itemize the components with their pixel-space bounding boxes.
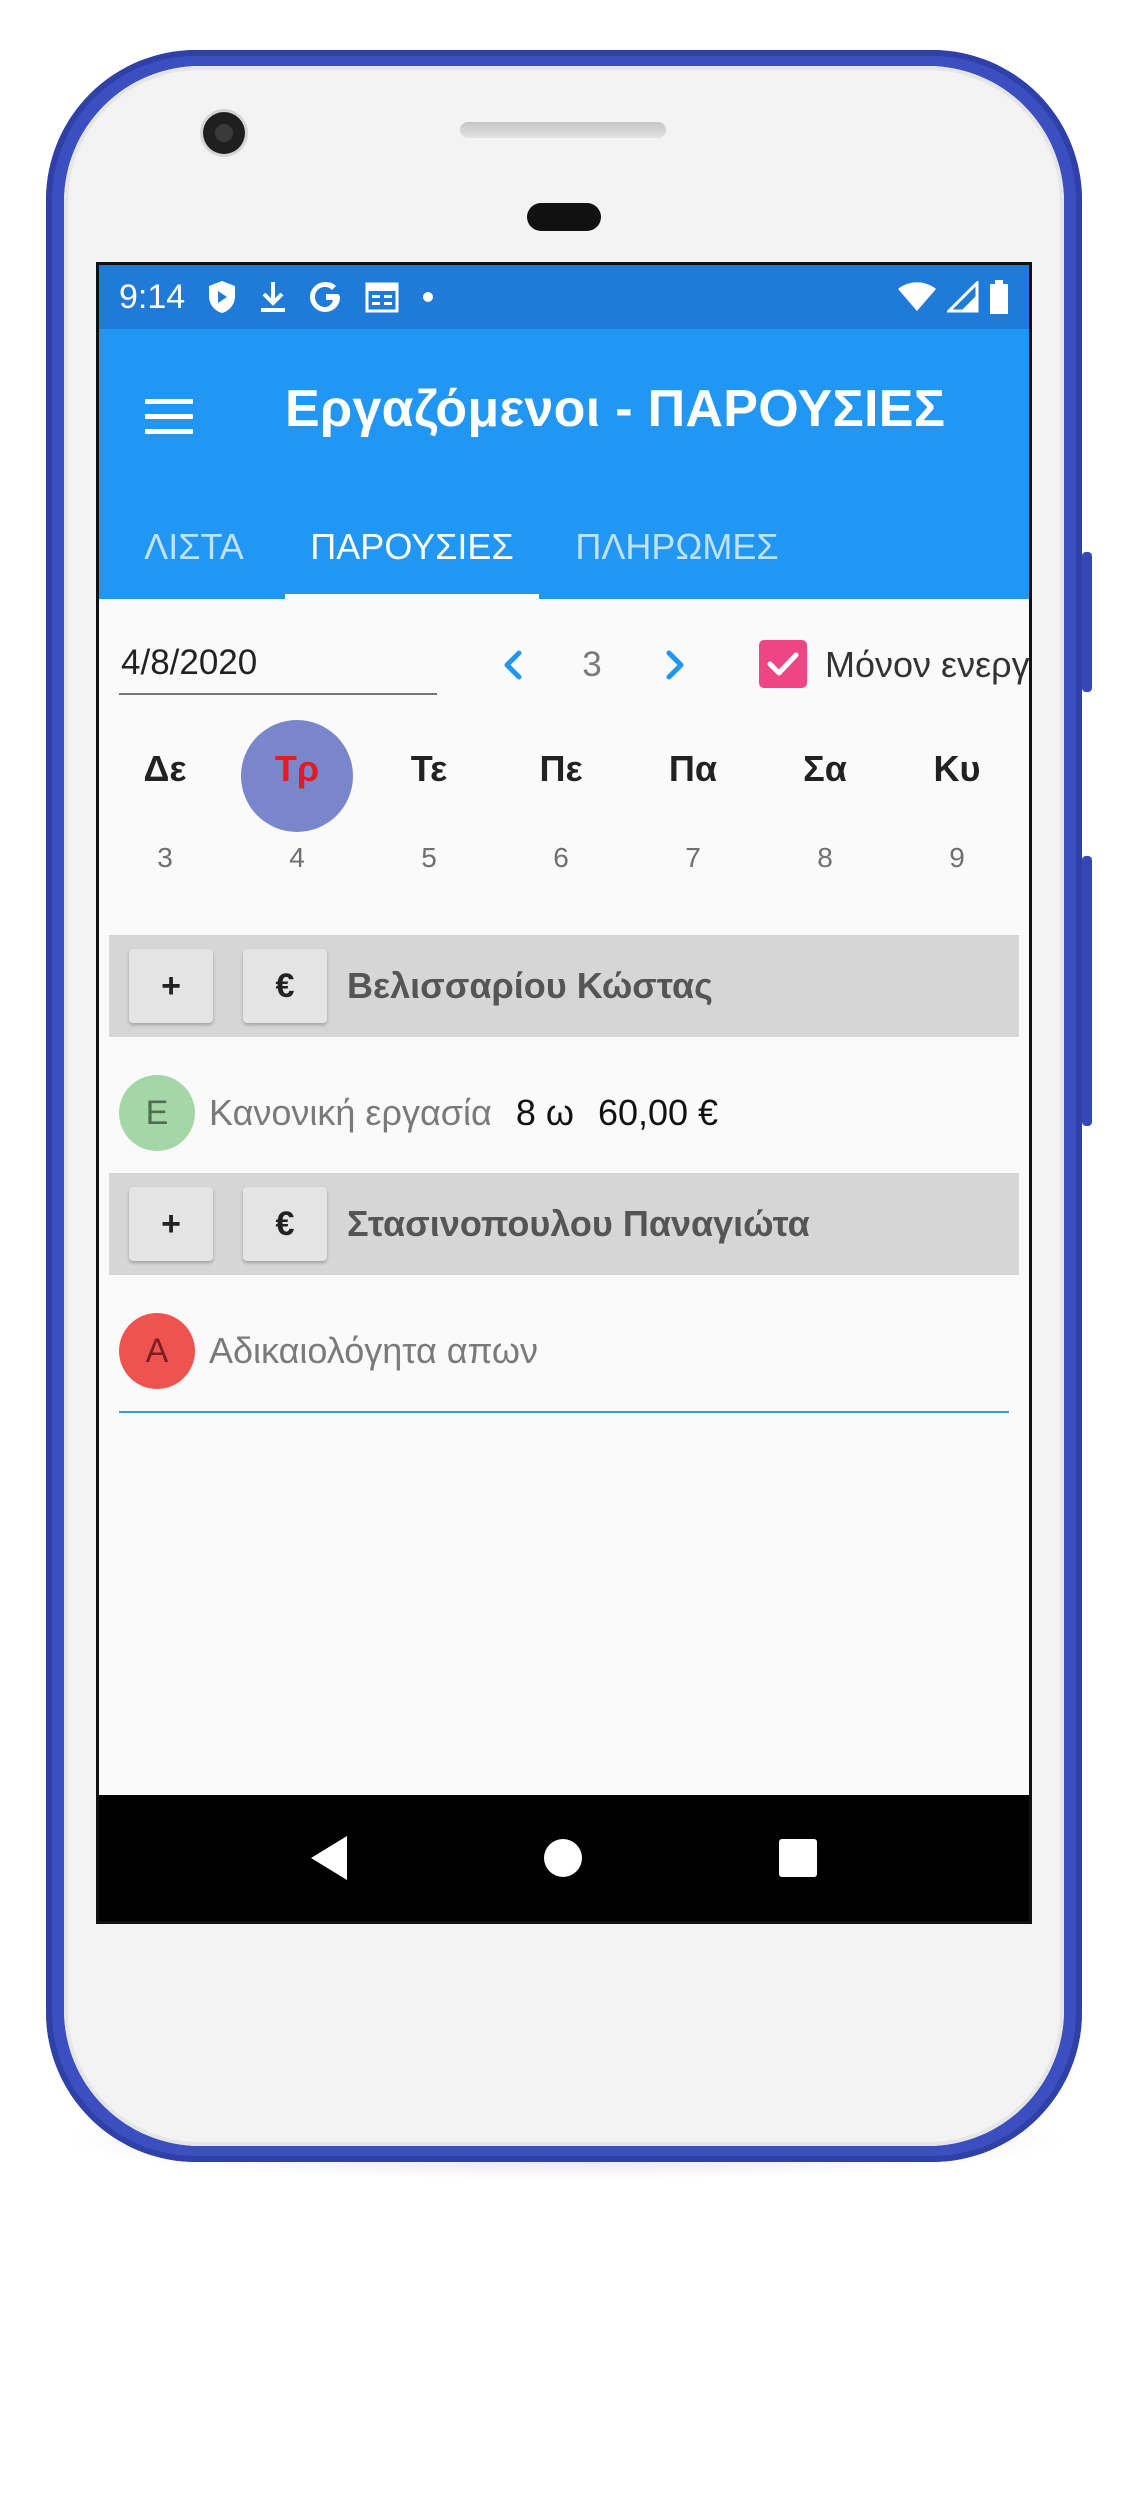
- add-entry-button[interactable]: +: [129, 1187, 213, 1261]
- entry-type-avatar: Α: [119, 1313, 195, 1389]
- chevron-left-icon[interactable]: [487, 637, 537, 693]
- date-input[interactable]: 4/8/2020: [119, 635, 437, 695]
- add-payment-button[interactable]: €: [243, 1187, 327, 1261]
- page-title: Εργαζόμενοι - ΠΑΡΟΥΣΙΕΣ: [285, 380, 946, 438]
- day-number: 4: [289, 842, 305, 873]
- day-name: Κυ: [933, 748, 981, 789]
- battery-icon: [990, 280, 1008, 314]
- entry-description: Αδικαιολόγητα απων: [209, 1313, 538, 1389]
- phone-screen: 9:14 Εργαζόμενοι - ΠΑΡΟΥΣΙΕΣ ΛΙΣΤΑ ΠΑΡΟΥ…: [96, 262, 1032, 1924]
- day-number: 3: [157, 842, 173, 873]
- system-nav-bar: [99, 1795, 1029, 1921]
- employee-header: + € Βελισσαρίου Κώστας: [109, 935, 1019, 1037]
- status-bar: 9:14: [99, 265, 1029, 329]
- entry-type-label: Κανονική εργασία: [209, 1092, 492, 1133]
- day-name: Πα: [668, 748, 718, 789]
- recents-square-icon[interactable]: [777, 1837, 819, 1884]
- day-name: Τε: [410, 748, 448, 789]
- day-sat[interactable]: Σα 8: [765, 720, 885, 873]
- calendar-icon: [365, 282, 399, 313]
- dot-icon: [423, 292, 434, 302]
- entry-hours: 8 ω: [515, 1092, 574, 1133]
- speaker-grille: [460, 122, 666, 138]
- tab-attendance[interactable]: ΠΑΡΟΥΣΙΕΣ: [285, 499, 539, 599]
- app-bar: Εργαζόμενοι - ΠΑΡΟΥΣΙΕΣ ΛΙΣΤΑ ΠΑΡΟΥΣΙΕΣ …: [99, 329, 1029, 599]
- employee-header: + € Στασινοπουλου Παναγιώτα: [109, 1173, 1019, 1275]
- signal-icon: [947, 281, 979, 313]
- menu-icon[interactable]: [141, 389, 197, 445]
- checkmark-icon: [767, 652, 799, 676]
- power-button: [1082, 552, 1092, 692]
- entry-type-avatar: Ε: [119, 1075, 195, 1151]
- attendance-entry[interactable]: Α Αδικαιολόγητα απων: [119, 1293, 1009, 1413]
- day-sun[interactable]: Κυ 9: [897, 720, 1017, 873]
- earpiece-speaker: [527, 203, 601, 231]
- day-name: Τρ: [274, 748, 320, 789]
- shield-icon: [209, 281, 236, 313]
- volume-button: [1082, 856, 1092, 1126]
- add-entry-button[interactable]: +: [129, 949, 213, 1023]
- day-thu[interactable]: Πε 6: [501, 720, 621, 873]
- home-circle-icon[interactable]: [541, 1836, 585, 1885]
- day-wed[interactable]: Τε 5: [369, 720, 489, 873]
- download-icon: [261, 282, 286, 312]
- employee-name: Στασινοπουλου Παναγιώτα: [347, 1203, 810, 1244]
- attendance-entry[interactable]: Ε Κανονική εργασία 8 ω 60,00 €: [119, 1055, 1009, 1175]
- tab-bar: ΛΙΣΤΑ ΠΑΡΟΥΣΙΕΣ ΠΛΗΡΩΜΕΣ: [99, 499, 1029, 599]
- day-number: 7: [685, 842, 701, 873]
- day-name: Δε: [143, 748, 187, 789]
- google-icon: [310, 282, 341, 312]
- day-tue[interactable]: Τρ 4: [237, 720, 357, 873]
- entry-type-label: Αδικαιολόγητα απων: [209, 1330, 539, 1371]
- back-triangle-icon[interactable]: [307, 1833, 351, 1888]
- day-mon[interactable]: Δε 3: [105, 720, 225, 873]
- week-number: 3: [582, 645, 602, 684]
- day-name: Σα: [803, 748, 847, 789]
- day-number: 9: [949, 842, 965, 873]
- day-number: 8: [817, 842, 833, 873]
- day-name: Πε: [539, 748, 583, 789]
- employee-name: Βελισσαρίου Κώστας: [347, 965, 713, 1006]
- entry-description: Κανονική εργασία 8 ω 60,00 €: [209, 1075, 718, 1151]
- chevron-right-icon[interactable]: [651, 637, 701, 693]
- day-number: 6: [553, 842, 569, 873]
- status-time: 9:14: [119, 277, 186, 316]
- wifi-icon: [898, 282, 936, 311]
- day-number: 5: [421, 842, 437, 873]
- tab-payments[interactable]: ΠΛΗΡΩΜΕΣ: [567, 499, 787, 599]
- only-active-checkbox[interactable]: [759, 640, 807, 688]
- day-fri[interactable]: Πα 7: [633, 720, 753, 873]
- front-camera-icon: [203, 112, 245, 154]
- only-active-label[interactable]: Μόνον ενεργοί: [825, 637, 1029, 693]
- tab-list[interactable]: ΛΙΣΤΑ: [129, 499, 259, 599]
- entry-amount: 60,00 €: [597, 1092, 719, 1133]
- add-payment-button[interactable]: €: [243, 949, 327, 1023]
